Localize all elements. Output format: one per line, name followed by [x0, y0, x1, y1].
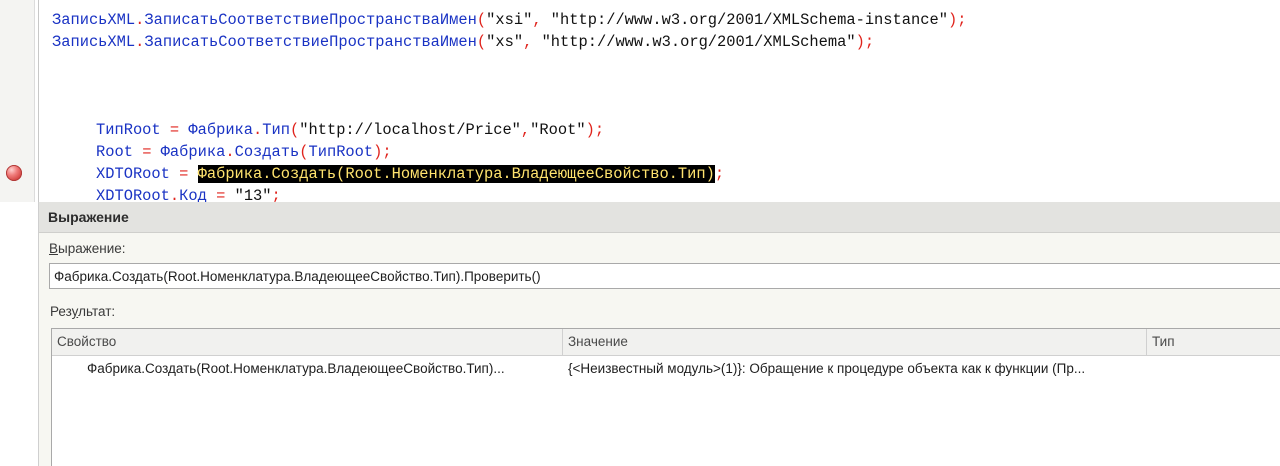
token-paren: );: [373, 143, 392, 161]
token-comma: ,: [532, 11, 551, 29]
token-paren: );: [855, 33, 875, 51]
token-object: Фабрика: [197, 165, 263, 183]
result-label-text-b: льтат:: [78, 304, 116, 319]
cell-property: Фабрика.Создать(Root.Номенклатура.Владею…: [87, 361, 505, 376]
token-assign: =: [169, 165, 198, 183]
token-method: Тип: [262, 121, 290, 139]
breakpoint-icon[interactable]: [6, 165, 22, 181]
code-line-4[interactable]: Root = Фабрика.Создать(ТипRoot);: [96, 141, 392, 163]
token-object: ЗаписьXML: [52, 11, 136, 29]
token-semicolon: ;: [271, 187, 281, 202]
code-editor[interactable]: ЗаписьXML.ЗаписатьСоответствиеПространст…: [0, 0, 1280, 202]
cell-value: {<Неизвестный модуль>(1)}: Обращение к п…: [568, 361, 1086, 376]
token-variable: XDTORoot: [96, 165, 170, 183]
token-field: Код: [179, 187, 207, 202]
result-table[interactable]: Свойство Значение Тип Фабрика.Создать(Ro…: [51, 328, 1280, 466]
token-variable: XDTORoot: [96, 187, 170, 202]
result-label: Результат:: [50, 304, 115, 319]
token-comma: ,: [523, 33, 542, 51]
panel-header[interactable]: Выражение: [39, 202, 1280, 233]
token-paren: );: [585, 121, 605, 139]
token-dot: .: [135, 11, 145, 29]
token-dot: .: [135, 33, 145, 51]
token-dot: .: [253, 121, 263, 139]
result-label-text-a: Рез: [50, 304, 72, 319]
column-header-value[interactable]: Значение: [563, 329, 1147, 355]
token-string: "http://www.w3.org/2001/XMLSchema-instan…: [550, 11, 948, 29]
column-header-type[interactable]: Тип: [1147, 329, 1280, 355]
panel-title: Выражение: [48, 209, 129, 225]
token-object: Фабрика: [160, 143, 226, 161]
token-method: ЗаписатьСоответствиеПространстваИмен: [144, 11, 477, 29]
token-paren: ): [705, 165, 715, 183]
expression-label-text: ыражение:: [58, 241, 126, 256]
token-method: Создать: [271, 165, 337, 183]
fold-line: [38, 0, 39, 202]
token-paren: );: [947, 11, 967, 29]
code-line-2[interactable]: ЗаписьXML.ЗаписатьСоответствиеПространст…: [52, 31, 874, 53]
token-string: "xsi": [486, 11, 533, 29]
token-string: "xs": [486, 33, 524, 51]
expression-input-value: Фабрика.Создать(Root.Номенклатура.Владею…: [54, 269, 541, 284]
token-method: ЗаписатьСоответствиеПространстваИмен: [144, 33, 477, 51]
debugger-window: ЗаписьXML.ЗаписатьСоответствиеПространст…: [0, 0, 1280, 466]
token-string: "http://localhost/Price": [299, 121, 521, 139]
token-variable: ТипRoot: [96, 121, 161, 139]
token-object: ЗаписьXML: [52, 33, 136, 51]
expression-label-hotkey: В: [49, 241, 59, 256]
token-semicolon: ;: [714, 165, 725, 183]
token-string: "13": [234, 187, 272, 202]
expression-panel: Выражение Выражение: Фабрика.Создать(Roo…: [38, 202, 1280, 466]
token-dot: .: [225, 143, 235, 161]
token-variable: Root: [96, 143, 133, 161]
editor-gutter[interactable]: [0, 0, 35, 202]
expression-label: Выражение:: [49, 241, 126, 256]
token-object: Фабрика: [188, 121, 254, 139]
table-header: Свойство Значение Тип: [52, 329, 1280, 356]
cell-type: [1152, 356, 1277, 382]
token-argument: Root.Номенклатура.ВладеющееСвойство.Тип: [345, 165, 706, 183]
token-paren: (: [476, 33, 487, 51]
token-dot: .: [262, 165, 272, 183]
token-paren: (: [290, 121, 300, 139]
selected-expression[interactable]: Фабрика.Создать(Root.Номенклатура.Владею…: [197, 165, 715, 183]
token-argument: ТипRoot: [308, 143, 374, 161]
code-line-5-current[interactable]: XDTORoot = Фабрика.Создать(Root.Номенкла…: [96, 163, 724, 185]
token-string: "Root": [530, 121, 586, 139]
token-assign: =: [160, 121, 189, 139]
code-line-3[interactable]: ТипRoot = Фабрика.Тип("http://localhost/…: [96, 119, 604, 141]
code-line-1[interactable]: ЗаписьXML.ЗаписатьСоответствиеПространст…: [52, 9, 966, 31]
token-comma: ,: [520, 121, 531, 139]
expression-input[interactable]: Фабрика.Создать(Root.Номенклатура.Владею…: [49, 263, 1280, 289]
token-string: "http://www.w3.org/2001/XMLSchema": [541, 33, 856, 51]
token-assign: =: [132, 143, 161, 161]
token-paren: (: [476, 11, 487, 29]
token-assign: =: [206, 187, 235, 202]
table-row[interactable]: Фабрика.Создать(Root.Номенклатура.Владею…: [52, 356, 1280, 382]
code-line-6[interactable]: XDTORoot.Код = "13";: [96, 185, 281, 202]
token-method: Создать: [234, 143, 300, 161]
token-dot: .: [169, 187, 180, 202]
column-header-property[interactable]: Свойство: [52, 329, 563, 355]
